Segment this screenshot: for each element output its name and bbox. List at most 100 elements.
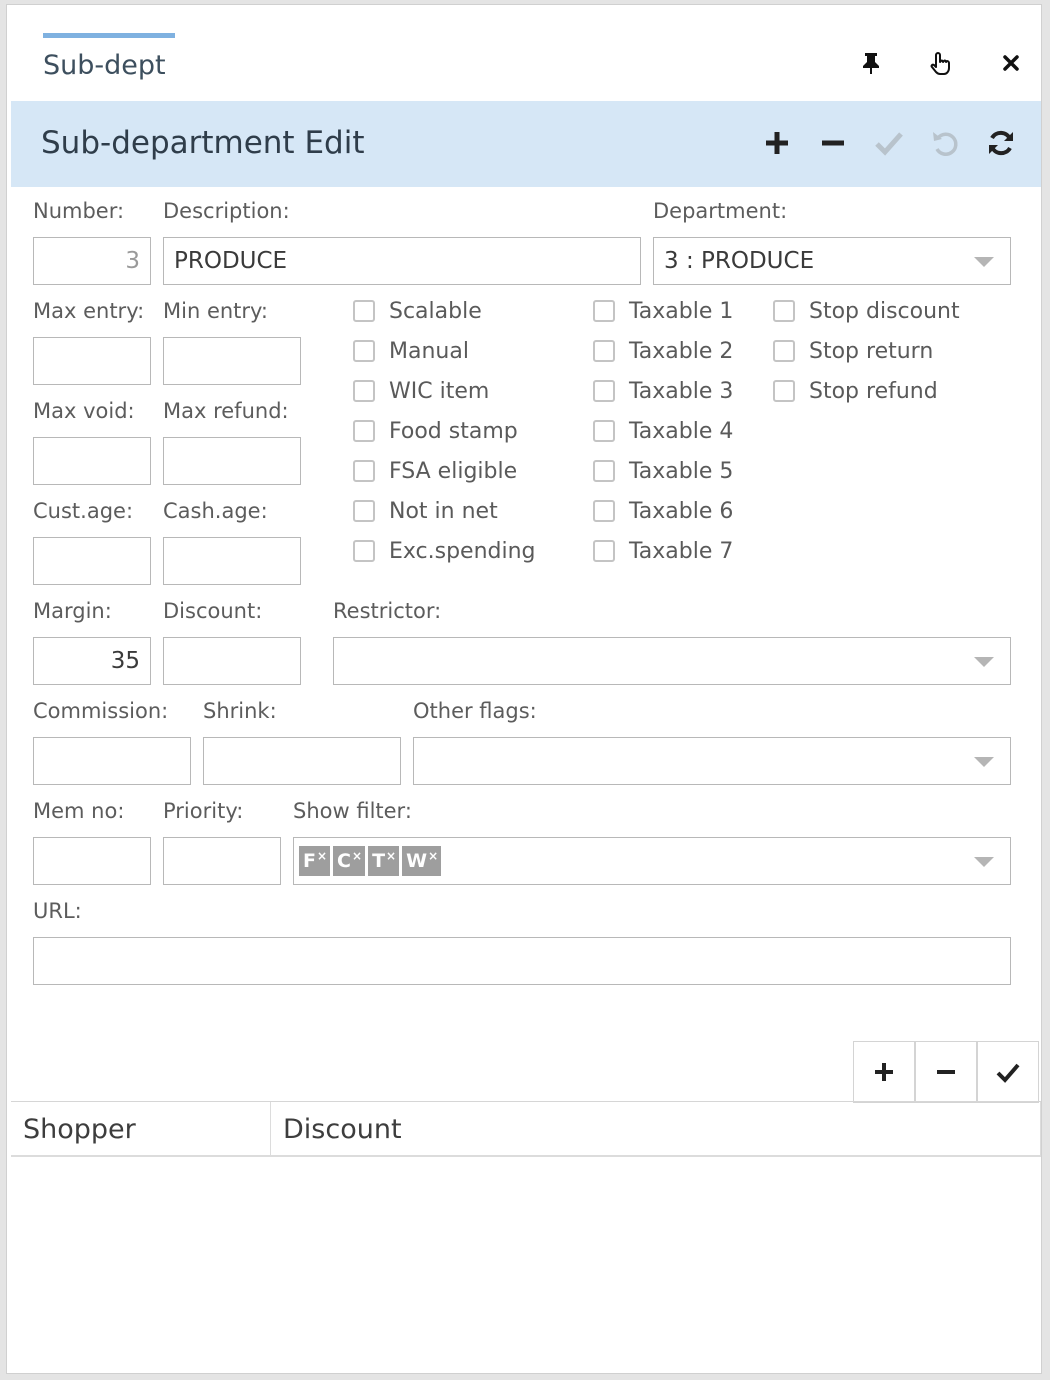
discount-label: Discount: bbox=[163, 599, 263, 623]
url-field[interactable] bbox=[33, 937, 1011, 985]
commission-field[interactable] bbox=[33, 737, 191, 785]
department-select[interactable]: 3 : PRODUCE bbox=[653, 237, 1011, 285]
checkbox-box[interactable] bbox=[593, 540, 615, 562]
other-flags-select[interactable] bbox=[413, 737, 1011, 785]
checkbox-not-in-net[interactable]: Not in net bbox=[353, 491, 536, 531]
checkbox-food-stamp[interactable]: Food stamp bbox=[353, 411, 536, 451]
filter-chip-w[interactable]: W × bbox=[402, 846, 442, 876]
max-refund-field[interactable] bbox=[163, 437, 301, 485]
min-entry-field[interactable] bbox=[163, 337, 301, 385]
checkbox-taxable-6[interactable]: Taxable 6 bbox=[593, 491, 733, 531]
max-entry-field[interactable] bbox=[33, 337, 151, 385]
restrictor-select[interactable] bbox=[333, 637, 1011, 685]
filter-chip-f[interactable]: F × bbox=[299, 846, 331, 876]
checkbox-box[interactable] bbox=[593, 460, 615, 482]
description-field[interactable]: PRODUCE bbox=[163, 237, 641, 285]
checkbox-box[interactable] bbox=[773, 300, 795, 322]
tab-active-indicator bbox=[43, 33, 175, 38]
checkbox-box[interactable] bbox=[593, 420, 615, 442]
checkbox-label: Stop return bbox=[809, 338, 934, 364]
hand-pointer-icon[interactable] bbox=[923, 45, 959, 81]
checkbox-label: Taxable 2 bbox=[629, 338, 734, 364]
cust-age-field[interactable] bbox=[33, 537, 151, 585]
checkbox-label: Taxable 5 bbox=[629, 458, 734, 484]
checkbox-stop-refund[interactable]: Stop refund bbox=[773, 371, 960, 411]
checkbox-exc-spending[interactable]: Exc.spending bbox=[353, 531, 536, 571]
restrictor-label: Restrictor: bbox=[333, 599, 442, 623]
checkbox-fsa-eligible[interactable]: FSA eligible bbox=[353, 451, 536, 491]
checkbox-box[interactable] bbox=[353, 420, 375, 442]
chip-remove-icon[interactable]: × bbox=[317, 849, 327, 863]
checkbox-wic-item[interactable]: WIC item bbox=[353, 371, 536, 411]
undo-button[interactable] bbox=[925, 123, 965, 163]
grid-add-button[interactable] bbox=[853, 1041, 915, 1103]
grid-save-button[interactable] bbox=[977, 1041, 1039, 1103]
checkbox-taxable-1[interactable]: Taxable 1 bbox=[593, 291, 733, 331]
remove-button[interactable] bbox=[813, 123, 853, 163]
tab-title: Sub-dept bbox=[43, 50, 166, 81]
checkbox-label: FSA eligible bbox=[389, 458, 518, 484]
pin-icon[interactable] bbox=[853, 45, 889, 81]
save-button[interactable] bbox=[869, 123, 909, 163]
checkbox-box[interactable] bbox=[353, 300, 375, 322]
checkbox-box[interactable] bbox=[353, 540, 375, 562]
checkbox-box[interactable] bbox=[353, 500, 375, 522]
chip-remove-icon[interactable]: × bbox=[352, 849, 362, 863]
number-label: Number: bbox=[33, 199, 125, 223]
shrink-label: Shrink: bbox=[203, 699, 277, 723]
margin-field[interactable]: 35 bbox=[33, 637, 151, 685]
show-filter-select[interactable]: F × C × T × W × bbox=[293, 837, 1011, 885]
sub-dept-window: Sub-dept Sub-department Edit Number: Des… bbox=[6, 4, 1042, 1374]
column-header-shopper[interactable]: Shopper bbox=[11, 1102, 271, 1156]
add-button[interactable] bbox=[757, 123, 797, 163]
chip-remove-icon[interactable]: × bbox=[428, 849, 438, 863]
checkbox-stop-return[interactable]: Stop return bbox=[773, 331, 960, 371]
priority-field[interactable] bbox=[163, 837, 281, 885]
chip-remove-icon[interactable]: × bbox=[386, 849, 396, 863]
refresh-button[interactable] bbox=[981, 123, 1021, 163]
checkbox-label: WIC item bbox=[389, 378, 490, 404]
url-label: URL: bbox=[33, 899, 82, 923]
checkbox-box[interactable] bbox=[353, 380, 375, 402]
check-icon bbox=[996, 1063, 1020, 1083]
checkbox-taxable-4[interactable]: Taxable 4 bbox=[593, 411, 733, 451]
checkbox-taxable-3[interactable]: Taxable 3 bbox=[593, 371, 733, 411]
description-label: Description: bbox=[163, 199, 290, 223]
mem-no-label: Mem no: bbox=[33, 799, 125, 823]
column-header-discount[interactable]: Discount bbox=[271, 1102, 1041, 1156]
mem-no-field[interactable] bbox=[33, 837, 151, 885]
close-icon[interactable] bbox=[993, 45, 1029, 81]
filter-chip-t[interactable]: T × bbox=[368, 846, 400, 876]
checkbox-box[interactable] bbox=[593, 300, 615, 322]
checkbox-box[interactable] bbox=[593, 380, 615, 402]
checkbox-stop-discount[interactable]: Stop discount bbox=[773, 291, 960, 331]
cash-age-field[interactable] bbox=[163, 537, 301, 585]
chip-label: T bbox=[372, 850, 386, 872]
max-void-label: Max void: bbox=[33, 399, 135, 423]
shrink-field[interactable] bbox=[203, 737, 401, 785]
checkbox-manual[interactable]: Manual bbox=[353, 331, 536, 371]
department-label: Department: bbox=[653, 199, 788, 223]
checkbox-label: Scalable bbox=[389, 298, 482, 324]
grid-remove-button[interactable] bbox=[915, 1041, 977, 1103]
chevron-down-icon bbox=[974, 257, 994, 267]
checkbox-box[interactable] bbox=[593, 500, 615, 522]
checkbox-box[interactable] bbox=[353, 460, 375, 482]
checkbox-box[interactable] bbox=[773, 380, 795, 402]
checkbox-taxable-7[interactable]: Taxable 7 bbox=[593, 531, 733, 571]
chip-label: W bbox=[406, 850, 428, 872]
discount-field[interactable] bbox=[163, 637, 301, 685]
checkbox-label: Stop refund bbox=[809, 378, 938, 404]
checkbox-taxable-5[interactable]: Taxable 5 bbox=[593, 451, 733, 491]
tab-sub-dept[interactable]: Sub-dept bbox=[43, 33, 175, 81]
number-field[interactable]: 3 bbox=[33, 237, 151, 285]
filter-chip-c[interactable]: C × bbox=[333, 846, 366, 876]
checkbox-box[interactable] bbox=[773, 340, 795, 362]
checkbox-box[interactable] bbox=[353, 340, 375, 362]
chevron-down-icon bbox=[974, 857, 994, 867]
checkbox-box[interactable] bbox=[593, 340, 615, 362]
checkbox-scalable[interactable]: Scalable bbox=[353, 291, 536, 331]
checkbox-taxable-2[interactable]: Taxable 2 bbox=[593, 331, 733, 371]
refresh-icon bbox=[989, 130, 1013, 156]
max-void-field[interactable] bbox=[33, 437, 151, 485]
